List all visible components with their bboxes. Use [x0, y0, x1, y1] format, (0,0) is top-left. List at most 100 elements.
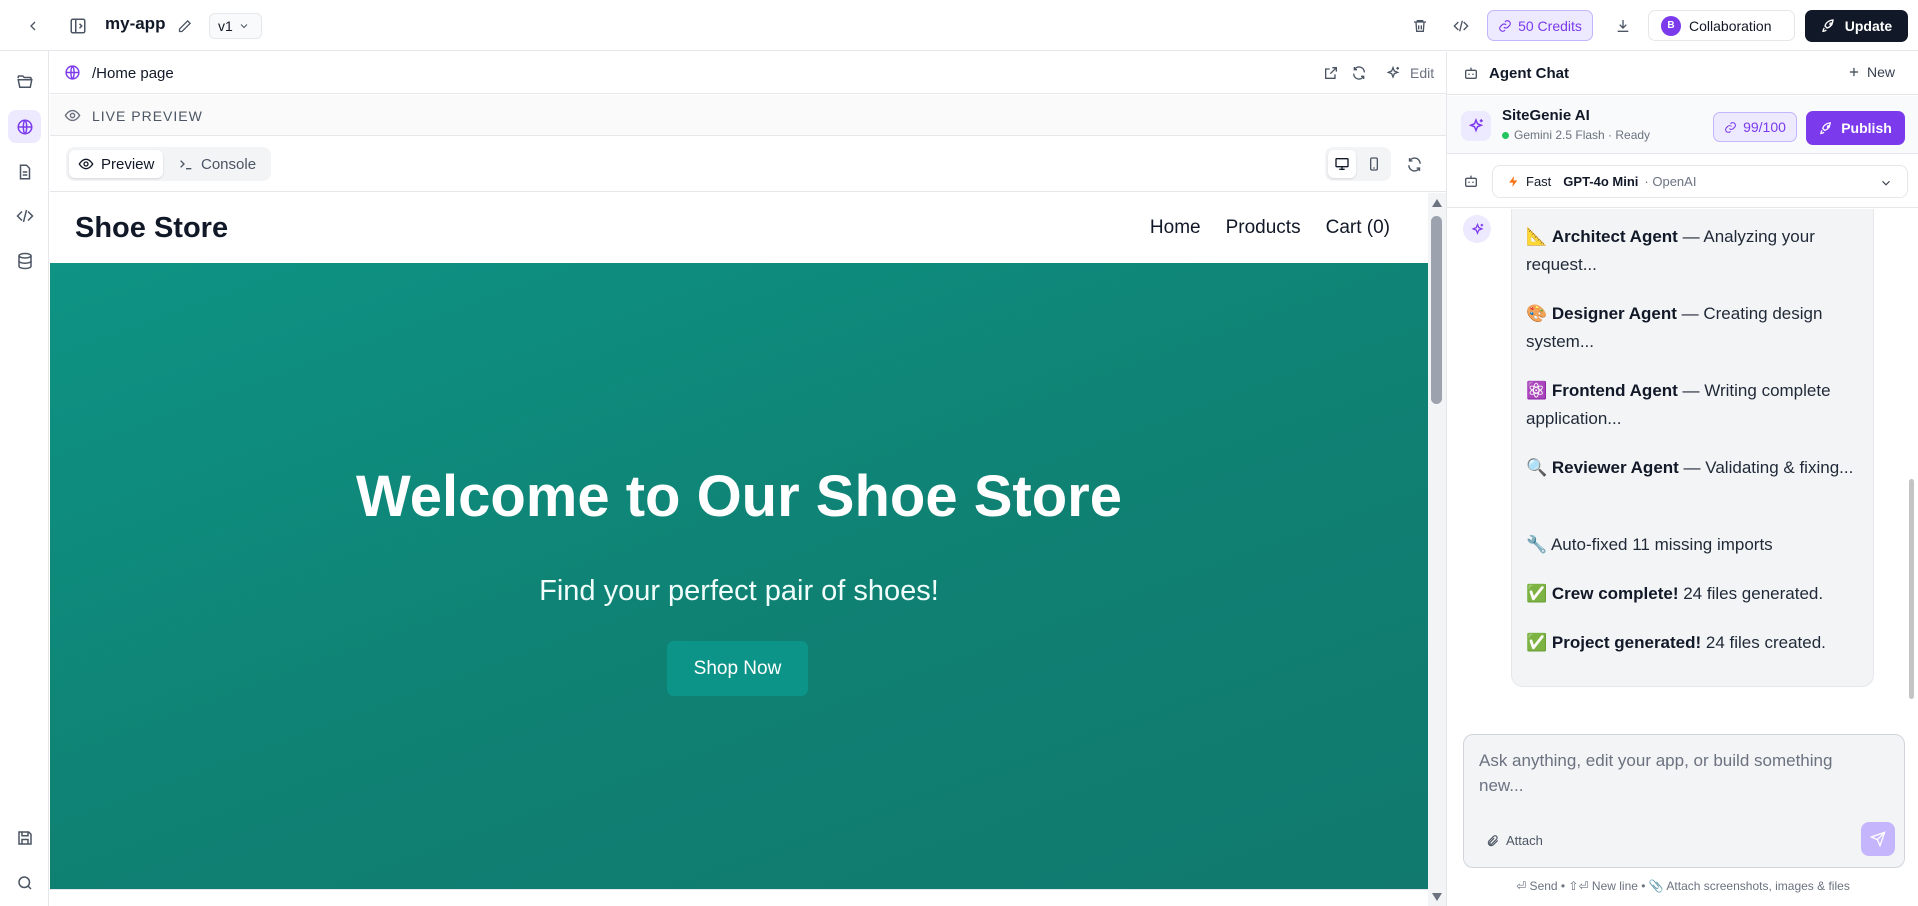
panel-title: Agent Chat — [1489, 65, 1569, 82]
status-dot — [1502, 131, 1509, 139]
phone-icon[interactable] — [1360, 150, 1388, 178]
version-select[interactable]: v1 — [209, 13, 262, 39]
tab-console-label: Console — [201, 155, 257, 173]
page-url[interactable]: /Home page — [92, 65, 174, 82]
attach-label: Attach — [1506, 833, 1543, 848]
site-logo[interactable]: Shoe Store — [75, 212, 228, 245]
chevron-down-icon — [238, 20, 250, 32]
update-label: Update — [1844, 18, 1893, 34]
nav-link-home[interactable]: Home — [1150, 217, 1201, 239]
site-preview-frame: Shoe Store Home Products Cart (0) Welcom… — [50, 193, 1428, 889]
eye-icon — [64, 107, 81, 124]
rocket-icon — [1821, 18, 1837, 34]
panel-header: Agent Chat New — [1447, 52, 1918, 95]
attach-button[interactable]: Attach — [1486, 833, 1543, 848]
back-icon[interactable] — [22, 15, 44, 37]
model-name: GPT-4o Mini — [1563, 174, 1639, 189]
left-rail — [0, 51, 49, 906]
site-navbar: Shoe Store Home Products Cart (0) — [50, 193, 1428, 263]
pencil-icon[interactable] — [174, 16, 194, 36]
link-icon — [1724, 121, 1737, 134]
publish-button[interactable]: Publish — [1806, 111, 1905, 145]
new-chat-label: New — [1867, 64, 1896, 80]
download-icon[interactable] — [1612, 15, 1634, 37]
app-name[interactable]: my-app — [105, 14, 165, 34]
agent-info-bar: SiteGenie AI Gemini 2.5 Flash · Ready 99… — [1447, 96, 1918, 154]
version-label: v1 — [218, 18, 233, 34]
sparkles-icon — [1461, 111, 1491, 141]
credits-label: 50 Credits — [1518, 17, 1582, 34]
preview-scrollbar[interactable] — [1428, 193, 1446, 906]
terminal-icon — [178, 156, 194, 172]
message-line: 🔍 Reviewer Agent — Validating & fixing..… — [1526, 458, 1854, 477]
tab-preview[interactable]: Preview — [69, 150, 164, 178]
chat-messages: 📐 Architect Agent — Analyzing your reque… — [1447, 209, 1918, 709]
message-composer[interactable]: Ask anything, edit your app, or build so… — [1463, 734, 1905, 868]
collaboration-label: Collaboration — [1689, 17, 1772, 34]
update-button[interactable]: Update — [1805, 10, 1908, 42]
collaboration-button[interactable]: B Collaboration — [1648, 10, 1795, 41]
send-button[interactable] — [1861, 822, 1895, 856]
search-icon[interactable] — [8, 866, 41, 899]
bot-icon — [1463, 65, 1479, 81]
plus-icon — [1847, 65, 1861, 79]
chat-scroll-thumb[interactable] — [1909, 479, 1914, 699]
shop-now-button[interactable]: Shop Now — [667, 641, 808, 696]
sidebar-toggle-icon[interactable] — [66, 14, 90, 38]
message-input[interactable]: Ask anything, edit your app, or build so… — [1479, 748, 1879, 798]
globe-icon[interactable] — [8, 110, 41, 143]
nav-link-products[interactable]: Products — [1226, 217, 1301, 239]
trash-icon[interactable] — [1409, 15, 1431, 37]
preview-tab-bar: Preview Console — [50, 137, 1446, 192]
site-nav-links: Home Products Cart (0) — [1150, 217, 1390, 239]
scroll-up-icon[interactable] — [1432, 199, 1442, 207]
globe-icon — [64, 64, 81, 81]
nav-link-cart[interactable]: Cart (0) — [1326, 217, 1390, 239]
file-icon[interactable] — [8, 155, 41, 188]
hero-subtitle: Find your perfect pair of shoes! — [539, 575, 939, 607]
bot-icon — [1463, 173, 1479, 189]
folder-icon[interactable] — [8, 65, 41, 98]
hero-section: Welcome to Our Shoe Store Find your perf… — [50, 263, 1428, 889]
database-icon[interactable] — [8, 244, 41, 277]
model-provider: · OpenAI — [1644, 174, 1697, 189]
agent-status-text: Gemini 2.5 Flash · Ready — [1514, 128, 1651, 142]
message-line: ✅ Crew complete! 24 files generated. — [1526, 584, 1824, 603]
preview-bottom-edge — [50, 889, 1428, 906]
new-chat-button[interactable]: New — [1847, 64, 1895, 80]
code-icon[interactable] — [8, 199, 41, 232]
link-icon — [1498, 19, 1512, 33]
model-select[interactable]: Fast GPT-4o Mini · OpenAI — [1492, 165, 1908, 198]
view-tabs: Preview Console — [66, 147, 271, 181]
tab-console[interactable]: Console — [169, 150, 265, 178]
external-link-icon[interactable] — [1320, 62, 1342, 84]
paperclip-icon — [1486, 834, 1500, 848]
sparkles-icon[interactable] — [1382, 62, 1404, 84]
credits-badge[interactable]: 50 Credits — [1487, 10, 1593, 41]
top-bar: my-app v1 50 Credits B Collaboration Upd… — [0, 0, 1918, 51]
refresh-icon[interactable] — [1348, 62, 1370, 84]
scroll-down-icon[interactable] — [1432, 893, 1442, 901]
message-line: 🔧 Auto-fixed 11 missing imports — [1526, 535, 1773, 554]
edit-button[interactable]: Edit — [1410, 65, 1434, 81]
code-icon[interactable] — [1450, 15, 1472, 37]
monitor-icon[interactable] — [1328, 150, 1356, 178]
message-line: 🎨 Designer Agent — Creating design syste… — [1526, 304, 1823, 351]
preview-scroll-thumb[interactable] — [1431, 216, 1442, 404]
quota-label: 99/100 — [1743, 119, 1786, 135]
quota-badge[interactable]: 99/100 — [1713, 112, 1797, 142]
message-line: ✅ Project generated! 24 files created. — [1526, 633, 1826, 652]
send-icon — [1870, 831, 1886, 847]
chat-scrollbar[interactable] — [1907, 209, 1917, 709]
avatar: B — [1661, 15, 1681, 36]
sparkles-icon — [1463, 215, 1491, 243]
eye-icon — [78, 156, 94, 172]
rocket-icon — [1819, 121, 1834, 136]
save-icon[interactable] — [8, 821, 41, 854]
model-speed: Fast — [1526, 174, 1552, 189]
refresh-icon[interactable] — [1403, 153, 1425, 175]
message-line: ⚛️ Frontend Agent — Writing complete app… — [1526, 381, 1831, 428]
hero-title: Welcome to Our Shoe Store — [356, 464, 1122, 529]
tab-preview-label: Preview — [101, 155, 155, 173]
model-row: Fast GPT-4o Mini · OpenAI — [1447, 155, 1918, 208]
